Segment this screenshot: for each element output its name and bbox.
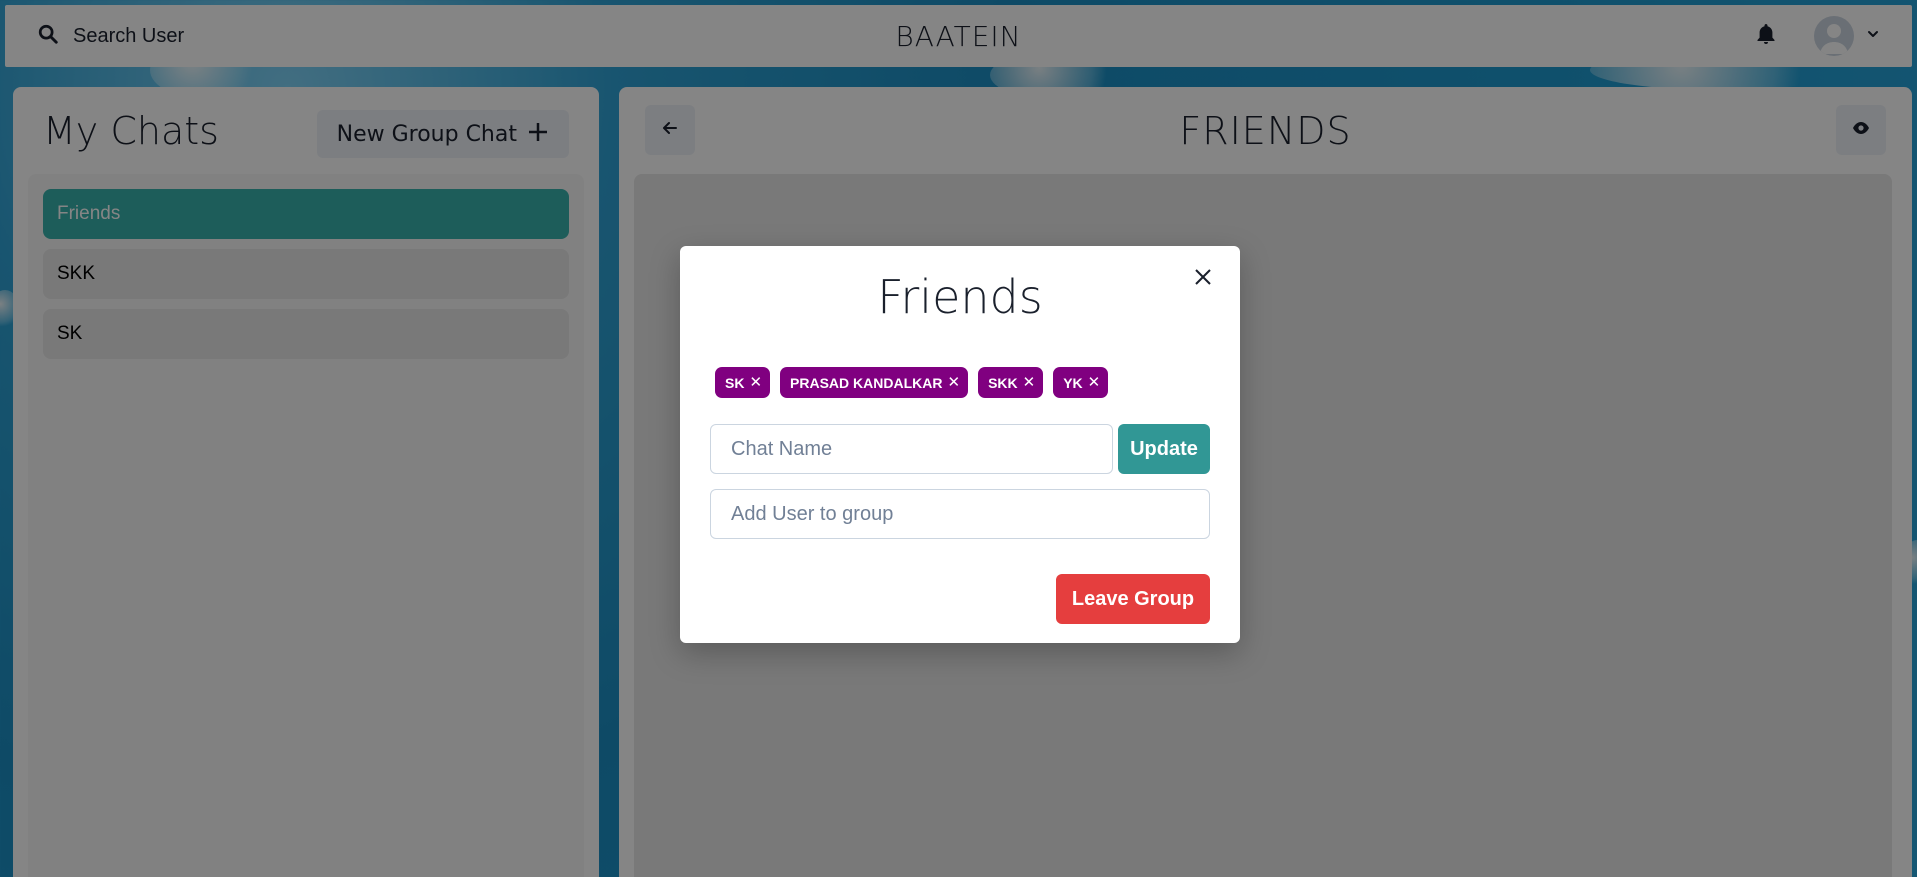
- member-badge[interactable]: SKK ✕: [978, 367, 1044, 398]
- remove-member-icon[interactable]: ✕: [1088, 375, 1101, 390]
- close-modal-button[interactable]: [1188, 264, 1218, 294]
- member-badge-label: YK: [1063, 374, 1083, 391]
- close-icon: [1194, 268, 1212, 291]
- group-settings-modal: Friends SK ✕ PRASAD KANDALKAR ✕ SKK ✕ YK…: [680, 246, 1240, 643]
- chat-name-input[interactable]: [710, 424, 1113, 474]
- leave-group-button[interactable]: Leave Group: [1056, 574, 1210, 624]
- update-button[interactable]: Update: [1118, 424, 1210, 474]
- remove-member-icon[interactable]: ✕: [1023, 375, 1036, 390]
- remove-member-icon[interactable]: ✕: [947, 375, 960, 390]
- member-badge-label: SKK: [988, 374, 1018, 391]
- remove-member-icon[interactable]: ✕: [749, 375, 762, 390]
- member-badge-label: PRASAD KANDALKAR: [790, 374, 943, 391]
- member-badge[interactable]: SK ✕: [715, 367, 771, 398]
- modal-title: Friends: [877, 270, 1043, 324]
- add-user-input[interactable]: [710, 489, 1210, 539]
- member-badges: SK ✕ PRASAD KANDALKAR ✕ SKK ✕ YK ✕: [715, 367, 1109, 398]
- member-badge[interactable]: YK ✕: [1053, 367, 1109, 398]
- member-badge-label: SK: [725, 374, 745, 391]
- member-badge[interactable]: PRASAD KANDALKAR ✕: [780, 367, 969, 398]
